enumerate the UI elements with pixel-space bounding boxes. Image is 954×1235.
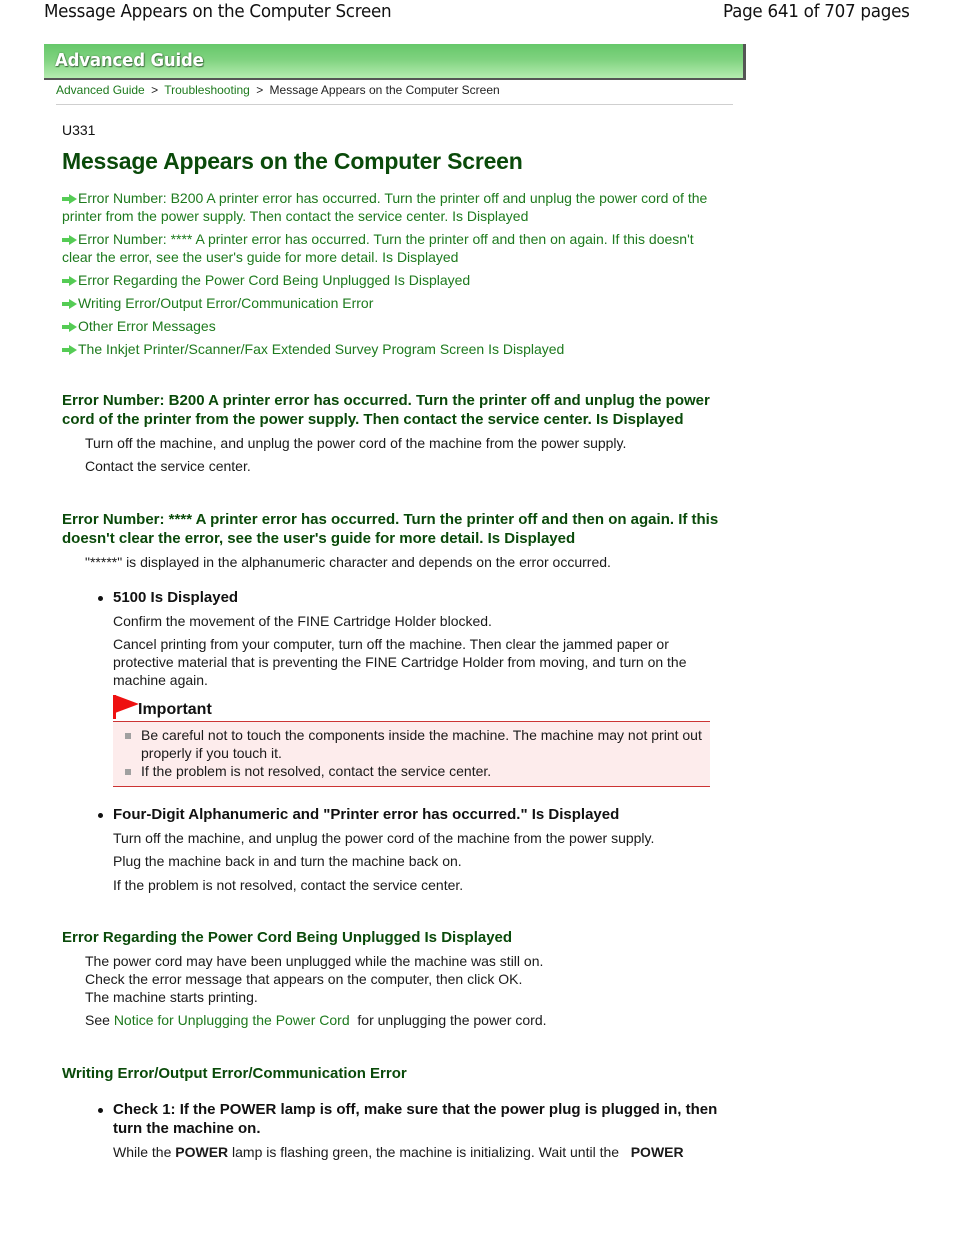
banner-label: Advanced Guide: [55, 50, 204, 71]
breadcrumb-advanced-guide[interactable]: Advanced Guide: [56, 83, 145, 97]
toc-item: The Inkjet Printer/Scanner/Fax Extended …: [62, 340, 722, 358]
breadcrumb: Advanced Guide > Troubleshooting > Messa…: [56, 83, 500, 97]
page-indicator: Page 641 of 707 pages: [723, 1, 910, 22]
toc-item: Writing Error/Output Error/Communication…: [62, 294, 722, 312]
paragraph: If the problem is not resolved, contact …: [113, 877, 464, 893]
section-power-cord: Error Regarding the Power Cord Being Unp…: [62, 928, 722, 1029]
paragraph: Plug the machine back in and turn the ma…: [113, 853, 462, 869]
power-label: POWER: [175, 1144, 229, 1160]
advanced-guide-banner: Advanced Guide: [44, 44, 746, 80]
important-title: Important: [138, 701, 212, 718]
breadcrumb-current: Message Appears on the Computer Screen: [269, 83, 500, 97]
page-title: Message Appears on the Computer Screen: [62, 148, 523, 174]
toc-link-other-errors[interactable]: Other Error Messages: [78, 318, 216, 334]
section-writing-error: Writing Error/Output Error/Communication…: [62, 1064, 722, 1161]
arrow-right-icon: [62, 299, 77, 309]
paragraph: Turn off the machine, and unplug the pow…: [85, 435, 627, 451]
toc-link-b200[interactable]: Error Number: B200 A printer error has o…: [62, 190, 707, 224]
section-heading: Error Number: B200 A printer error has o…: [62, 392, 710, 428]
important-item-text: If the problem is not resolved, contact …: [141, 763, 492, 779]
table-of-contents: Error Number: B200 A printer error has o…: [62, 189, 722, 358]
text-part: While the: [113, 1144, 172, 1160]
arrow-right-icon: [62, 276, 77, 286]
square-bullet-icon: [125, 733, 131, 739]
flag-icon: [113, 695, 139, 719]
section-heading: Error Regarding the Power Cord Being Unp…: [62, 929, 513, 946]
bullet-heading: Check 1: If the POWER lamp is off, make …: [62, 1100, 722, 1138]
section-stars: Error Number: **** A printer error has o…: [62, 510, 722, 894]
page-header: Message Appears on the Computer Screen P…: [0, 0, 954, 28]
main-content: U331 Message Appears on the Computer Scr…: [62, 122, 722, 1161]
section-heading: Error Number: **** A printer error has o…: [62, 511, 719, 547]
toc-item: Error Number: **** A printer error has o…: [62, 230, 722, 266]
toc-link-writing-error[interactable]: Writing Error/Output Error/Communication…: [78, 295, 373, 311]
arrow-right-icon: [62, 345, 77, 355]
page-code: U331: [62, 122, 96, 138]
power-label: POWER: [630, 1144, 684, 1160]
paragraph-line: Check the error message that appears on …: [85, 971, 523, 987]
breadcrumb-separator: >: [256, 83, 264, 97]
toc-link-stars[interactable]: Error Number: **** A printer error has o…: [62, 231, 694, 265]
toc-item: Error Regarding the Power Cord Being Unp…: [62, 271, 722, 289]
see-also: See Notice for Unplugging the Power Cord…: [62, 1011, 722, 1029]
paragraph: "*****" is displayed in the alphanumeric…: [85, 554, 611, 570]
document-title: Message Appears on the Computer Screen: [44, 1, 392, 22]
section-heading: Writing Error/Output Error/Communication…: [62, 1065, 407, 1082]
paragraph-line: The machine starts printing.: [85, 989, 258, 1005]
paragraph: Contact the service center.: [85, 458, 251, 474]
breadcrumb-separator: >: [151, 83, 159, 97]
paragraph: Turn off the machine, and unplug the pow…: [113, 830, 655, 846]
square-bullet-icon: [125, 769, 131, 775]
toc-link-survey-program[interactable]: The Inkjet Printer/Scanner/Fax Extended …: [78, 341, 564, 357]
paragraph: Cancel printing from your computer, turn…: [113, 636, 687, 688]
paragraph: While the POWER lamp is flashing green, …: [62, 1143, 722, 1161]
toc-item: Error Number: B200 A printer error has o…: [62, 189, 722, 225]
see-prefix: See: [85, 1012, 110, 1028]
arrow-right-icon: [62, 322, 77, 332]
toc-item: Other Error Messages: [62, 317, 722, 335]
bullet-heading: Four-Digit Alphanumeric and "Printer err…: [62, 805, 722, 824]
subsection-check1: Check 1: If the POWER lamp is off, make …: [62, 1100, 722, 1161]
subsection-four-digit: Four-Digit Alphanumeric and "Printer err…: [62, 805, 722, 894]
text-part: lamp is flashing green, the machine is i…: [232, 1144, 620, 1160]
bullet-heading: 5100 Is Displayed: [62, 588, 722, 607]
arrow-right-icon: [62, 194, 77, 204]
important-item-text: Be careful not to touch the components i…: [141, 727, 702, 761]
paragraph-line: The power cord may have been unplugged w…: [85, 953, 544, 969]
arrow-right-icon: [62, 235, 77, 245]
notice-unplugging-link[interactable]: Notice for Unplugging the Power Cord: [114, 1012, 350, 1028]
important-body: Be careful not to touch the components i…: [113, 722, 710, 787]
see-suffix: for unplugging the power cord.: [357, 1012, 547, 1028]
section-b200: Error Number: B200 A printer error has o…: [62, 391, 722, 475]
breadcrumb-divider: [56, 104, 733, 105]
breadcrumb-troubleshooting[interactable]: Troubleshooting: [164, 83, 250, 97]
toc-link-power-cord[interactable]: Error Regarding the Power Cord Being Unp…: [78, 272, 470, 288]
important-note: Important Be careful not to touch the co…: [113, 695, 710, 787]
important-item: Be careful not to touch the components i…: [113, 726, 710, 762]
subsection-5100: 5100 Is Displayed Confirm the movement o…: [62, 588, 722, 787]
important-header: Important: [113, 695, 710, 722]
important-item: If the problem is not resolved, contact …: [113, 762, 710, 780]
paragraph: Confirm the movement of the FINE Cartrid…: [113, 613, 492, 629]
